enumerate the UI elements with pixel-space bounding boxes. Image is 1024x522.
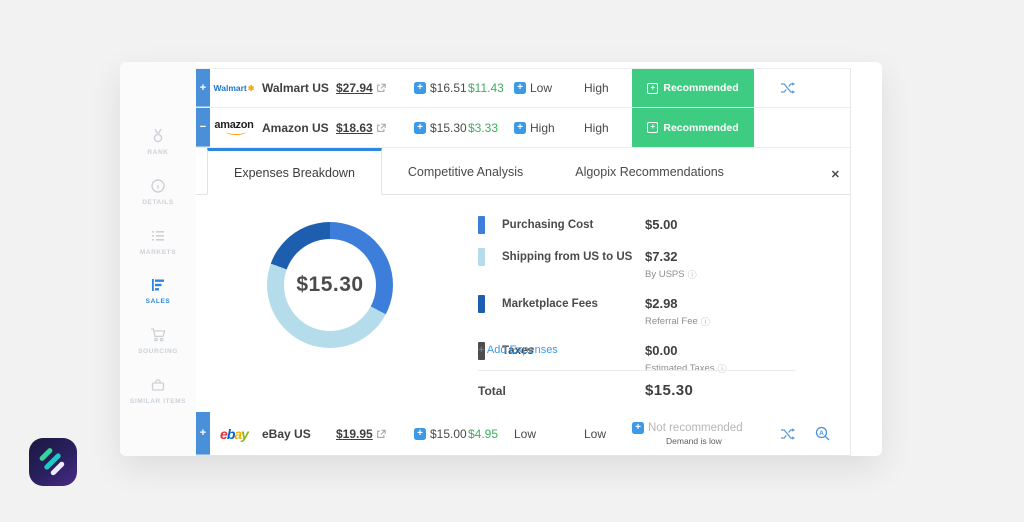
price-link[interactable]: $27.94	[336, 81, 373, 95]
external-link-icon[interactable]	[376, 429, 386, 439]
expand-row-button[interactable]: +	[196, 69, 210, 107]
ebay-logo: ebay	[210, 426, 258, 442]
badge-plus-icon: +	[647, 122, 658, 133]
total-cost: $16.51	[430, 81, 467, 95]
table-row-ebay: + ebay eBay US $19.95 +$15.00 $4.95 Low …	[196, 412, 850, 456]
competition-level: High	[584, 121, 632, 135]
legend-swatch-marketplace-fees	[478, 295, 485, 313]
expense-value: $7.32	[645, 249, 678, 264]
add-expenses-link[interactable]: + Add Expenses	[478, 344, 558, 356]
info-icon[interactable]: ⓘ	[701, 315, 710, 328]
table-row-amazon: − amazon Amazon US $18.63 +$15.30 $3.33 …	[196, 108, 850, 148]
details-panel: Expenses Breakdown Competitive Analysis …	[196, 148, 850, 412]
table-row-walmart: + Walmart✱ Walmart US $27.94 + $16.51 $11…	[196, 68, 850, 108]
list-icon	[150, 228, 166, 244]
info-icon[interactable]: ⓘ	[688, 268, 697, 281]
demand-level: Low	[530, 81, 552, 95]
shuffle-icon[interactable]	[780, 81, 796, 95]
brand-logo	[29, 438, 77, 486]
legend-row-shipping: Shipping from US to US $7.32 By USPSⓘ	[478, 248, 851, 281]
search-item-icon[interactable]: A	[815, 426, 831, 442]
tab-expenses-breakdown[interactable]: Expenses Breakdown	[207, 148, 382, 195]
cost-info-icon[interactable]: +	[414, 82, 426, 94]
sidebar-label: SOURCING	[138, 347, 178, 357]
sidebar-item-markets[interactable]: MARKETS	[126, 228, 190, 258]
medal-icon	[150, 128, 166, 144]
total-row: Total $15.30	[478, 382, 795, 399]
sidebar-item-rank[interactable]: RANK	[126, 128, 190, 158]
cart-icon	[150, 327, 167, 343]
recommendation-badge: + Recommended	[632, 108, 754, 147]
amazon-smile-icon	[225, 130, 247, 135]
amazon-logo: amazon	[210, 120, 258, 135]
info-icon	[150, 178, 166, 194]
competition-level: Low	[584, 427, 632, 441]
app-window: RANK DETAILS MARKETS	[120, 62, 882, 456]
marketplace-name: Walmart US	[258, 81, 336, 95]
recommendation-status: +Not recommended Demand is low	[632, 412, 754, 455]
sidebar-item-details[interactable]: DETAILS	[126, 178, 190, 208]
legend-swatch-purchasing	[478, 216, 485, 234]
external-link-icon[interactable]	[376, 123, 386, 133]
expense-value: $2.98	[645, 296, 678, 311]
badge-plus-icon: +	[647, 83, 658, 94]
expand-row-button[interactable]: +	[196, 412, 210, 455]
expenses-legend: Purchasing Cost $5.00 Shipping from US t…	[478, 216, 851, 389]
sidebar-item-sales[interactable]: SALES	[126, 277, 190, 307]
close-icon[interactable]: ✕	[831, 168, 840, 181]
walmart-logo: Walmart✱	[210, 83, 258, 93]
recommendation-note: Demand is low	[632, 436, 754, 446]
tab-bar: Expenses Breakdown Competitive Analysis …	[196, 148, 850, 195]
sidebar-label: RANK	[147, 148, 168, 158]
recommendation-info-icon[interactable]: +	[632, 422, 644, 434]
legend-swatch-shipping	[478, 248, 485, 266]
box-icon	[150, 377, 166, 393]
profit-value: $4.95	[468, 427, 514, 441]
sidebar-label: SALES	[146, 297, 171, 307]
info-icon[interactable]: ⓘ	[718, 362, 727, 375]
tab-algopix-recommendations[interactable]: Algopix Recommendations	[549, 148, 750, 195]
svg-text:A: A	[819, 430, 824, 437]
demand-info-icon[interactable]: +	[514, 82, 526, 94]
collapse-row-button[interactable]: −	[196, 108, 210, 147]
sidebar-item-similar-items[interactable]: SIMILAR ITEMS	[126, 377, 190, 407]
sidebar: RANK DETAILS MARKETS	[120, 62, 196, 456]
recommendation-badge: + Recommended	[632, 69, 754, 107]
marketplace-name: eBay US	[258, 427, 336, 441]
marketplace-table: + Walmart✱ Walmart US $27.94 + $16.51 $11…	[196, 68, 851, 456]
sidebar-label: DETAILS	[142, 198, 174, 208]
legend-row-marketplace-fees: Marketplace Fees $2.98 Referral Feeⓘ	[478, 295, 851, 328]
profit-value: $3.33	[468, 121, 514, 135]
bar-chart-icon	[150, 277, 166, 293]
marketplace-name: Amazon US	[258, 121, 336, 135]
competition-level: High	[584, 81, 632, 95]
price-link[interactable]: $19.95	[336, 427, 373, 441]
profit-value: $11.43	[468, 81, 514, 95]
shuffle-icon[interactable]	[780, 427, 796, 441]
sidebar-label: SIMILAR ITEMS	[130, 397, 186, 407]
total-cost: $15.30	[430, 121, 467, 135]
total-cost: $15.00	[430, 427, 467, 441]
cost-info-icon[interactable]: +	[414, 122, 426, 134]
donut-total-label: $15.30	[267, 222, 393, 348]
total-value: $15.30	[645, 382, 693, 399]
sidebar-item-sourcing[interactable]: SOURCING	[126, 327, 190, 357]
total-divider	[478, 370, 795, 371]
demand-info-icon[interactable]: +	[514, 122, 526, 134]
demand-level: High	[530, 121, 555, 135]
expense-value: $5.00	[645, 217, 678, 232]
demand-level: Low	[514, 427, 584, 441]
cost-info-icon[interactable]: +	[414, 428, 426, 440]
walmart-spark-icon: ✱	[248, 84, 255, 93]
expense-value: $0.00	[645, 343, 678, 358]
tab-competitive-analysis[interactable]: Competitive Analysis	[382, 148, 549, 195]
external-link-icon[interactable]	[376, 83, 386, 93]
sidebar-label: MARKETS	[140, 248, 176, 258]
legend-row-purchasing: Purchasing Cost $5.00	[478, 216, 851, 234]
price-link[interactable]: $18.63	[336, 121, 373, 135]
